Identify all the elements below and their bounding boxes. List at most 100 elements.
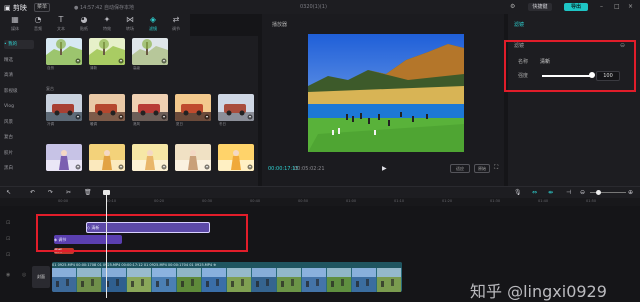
filter-thumbnail[interactable] <box>89 94 125 121</box>
zoom-out-icon[interactable]: ⊖ <box>580 189 585 196</box>
filter-thumbnail[interactable] <box>175 144 211 171</box>
track-lock-icon[interactable]: ⊡ <box>6 236 10 242</box>
tool-tab-label: 文本 <box>57 26 65 31</box>
filter-thumbnail-label: 夏日 <box>176 122 183 126</box>
settings-icon[interactable]: ⚙ <box>510 3 515 10</box>
nav-item[interactable]: • 我的 <box>4 40 34 49</box>
filter-thumbnail[interactable] <box>46 38 82 65</box>
filter-thumbnail[interactable] <box>89 144 125 171</box>
filter-icon: ◈ <box>149 15 157 24</box>
nav-item[interactable]: 黑白 <box>4 164 34 173</box>
filter-thumbnail-label: 暖调 <box>90 122 97 126</box>
split-icon[interactable]: ✂ <box>66 189 71 196</box>
filter-thumbnail-label: 冷调 <box>47 122 54 126</box>
properties-highlight-box <box>504 40 636 92</box>
filter-thumbnail-label: 清新 <box>90 66 97 70</box>
cover-button[interactable]: 封面 <box>32 266 50 288</box>
app-logo: ▣ 剪映 <box>4 4 27 12</box>
filter-thumbnail[interactable] <box>89 38 125 65</box>
delete-icon[interactable]: 🗑 <box>84 189 92 196</box>
tool-tab-sticker[interactable]: ◕ 贴纸 <box>73 14 95 36</box>
filter-section-title: 复古 <box>46 86 54 91</box>
adjust-icon: ⇄ <box>172 15 180 24</box>
video-clip-strip[interactable]: 01 0925.MP4 00:00:1708 01 0925.MP4 00:00… <box>52 262 402 292</box>
fit-button[interactable]: 适应 <box>450 164 470 173</box>
filter-thumbnail-label: 冬日 <box>219 122 226 126</box>
tool-tab-label: 滤镜 <box>149 26 157 31</box>
link-icon[interactable]: ⇔ <box>532 189 537 196</box>
track-mute-icon[interactable]: ◎ <box>22 272 26 278</box>
close-icon[interactable]: × <box>628 3 633 10</box>
title-bar: ▣ 剪映 菜单 ● 14:57:42 自动保存本地 0320(1)(1) ⚙ 快… <box>0 0 640 14</box>
text-icon: T <box>58 15 64 24</box>
tool-tab-audio[interactable]: ◔ 音频 <box>27 14 49 36</box>
maximize-icon[interactable]: □ <box>614 3 620 10</box>
tool-tab-transition[interactable]: ⋈ 转场 <box>119 14 141 36</box>
ruler-tick-label: 01:20 <box>442 199 453 203</box>
ruler-tick-label: 00:00 <box>58 199 69 203</box>
media-icon: ▦ <box>11 15 19 24</box>
tool-tab-label: 转场 <box>126 26 134 31</box>
playhead[interactable] <box>106 192 107 298</box>
fullscreen-icon[interactable]: ⛶ <box>494 164 498 172</box>
tool-tabs: ▦ 媒体 ◔ 音频 T 文本 ◕ 贴纸 ✦ 特效 ⋈ 转场 ◈ 滤镜 ⇄ 调节 <box>0 14 190 36</box>
ruler-tick-label: 01:10 <box>394 199 405 203</box>
redo-icon[interactable]: ↷ <box>48 189 53 196</box>
filter-thumbnail[interactable] <box>46 144 82 171</box>
timeline-highlight-box <box>36 214 248 252</box>
watermark-text: 知乎 @lingxi0929 <box>470 282 607 301</box>
filter-thumbnail[interactable] <box>218 144 254 171</box>
ruler-tick-label: 01:00 <box>346 199 357 203</box>
filter-thumbnail[interactable] <box>46 94 82 121</box>
video-preview[interactable] <box>308 34 464 152</box>
snap-icon[interactable]: ⇹ <box>548 189 553 196</box>
tool-tab-adjust[interactable]: ⇄ 调节 <box>165 14 187 36</box>
filter-thumbnail[interactable] <box>132 144 168 171</box>
effects-icon: ✦ <box>103 15 111 24</box>
tool-tab-text[interactable]: T 文本 <box>50 14 72 36</box>
undo-icon[interactable]: ↶ <box>30 189 35 196</box>
filter-thumbnail[interactable] <box>132 94 168 121</box>
nav-item[interactable]: 高清 <box>4 71 34 80</box>
nav-item[interactable]: 风景 <box>4 118 34 127</box>
track-visibility-icon[interactable]: ◉ <box>6 272 10 278</box>
shortcut-button[interactable]: 快捷键 <box>528 3 552 11</box>
sticker-icon: ◕ <box>80 15 88 24</box>
filter-thumbnail[interactable] <box>218 94 254 121</box>
nav-item[interactable]: Vlog <box>4 102 34 111</box>
ruler-tick-label: 01:50 <box>586 199 597 203</box>
nav-item[interactable]: 精选 <box>4 56 34 65</box>
playhead-handle[interactable] <box>103 190 110 195</box>
zoom-slider-handle[interactable] <box>596 190 601 195</box>
audio-icon: ◔ <box>34 15 42 24</box>
preview-axis-icon[interactable]: ⊣ <box>566 189 571 196</box>
menu-button[interactable]: 菜单 <box>34 3 50 12</box>
original-button[interactable]: 原始 <box>474 164 490 173</box>
zoom-in-icon[interactable]: ⊕ <box>628 189 633 196</box>
properties-tab[interactable]: 滤镜 <box>514 21 524 28</box>
ruler-tick-label: 01:40 <box>538 199 549 203</box>
filter-grid: 自然 清新 高级 复古 冷调 暖调 港风 夏日 冬日 <box>36 36 258 186</box>
play-icon[interactable]: ▶ <box>382 165 387 172</box>
track-lock-icon[interactable]: ⊡ <box>6 220 10 226</box>
ruler-tick-label: 00:30 <box>202 199 213 203</box>
microphone-icon[interactable]: 🎙 <box>514 189 522 196</box>
filter-thumbnail-label: 港风 <box>133 122 140 126</box>
export-button[interactable]: 导出 <box>564 3 588 11</box>
timeline-ruler[interactable]: 00:00 00:10 00:20 00:30 00:40 00:50 01:00 01:10… <box>0 198 640 206</box>
filter-thumbnail[interactable] <box>175 94 211 121</box>
nav-item[interactable]: 影视级 <box>4 87 34 96</box>
tool-tab-filter[interactable]: ◈ 滤镜 <box>142 14 164 36</box>
tool-tab-media[interactable]: ▦ 媒体 <box>4 14 26 36</box>
nav-item[interactable]: 复古 <box>4 133 34 142</box>
select-cursor-icon[interactable]: ↖ <box>6 189 11 196</box>
nav-item[interactable]: 胶片 <box>4 149 34 158</box>
filter-thumbnail[interactable] <box>132 38 168 65</box>
track-lock-icon[interactable]: ⊡ <box>6 252 10 258</box>
player-panel: 播放器 00:00:17:15 00:05:02:21 ▶ 适应 原始 ⛶ <box>262 14 504 186</box>
tool-tab-effects[interactable]: ✦ 特效 <box>96 14 118 36</box>
filter-thumbnail-label: 自然 <box>47 66 54 70</box>
minimize-icon[interactable]: – <box>600 3 603 10</box>
player-title: 播放器 <box>272 22 288 28</box>
transition-icon: ⋈ <box>126 15 134 24</box>
